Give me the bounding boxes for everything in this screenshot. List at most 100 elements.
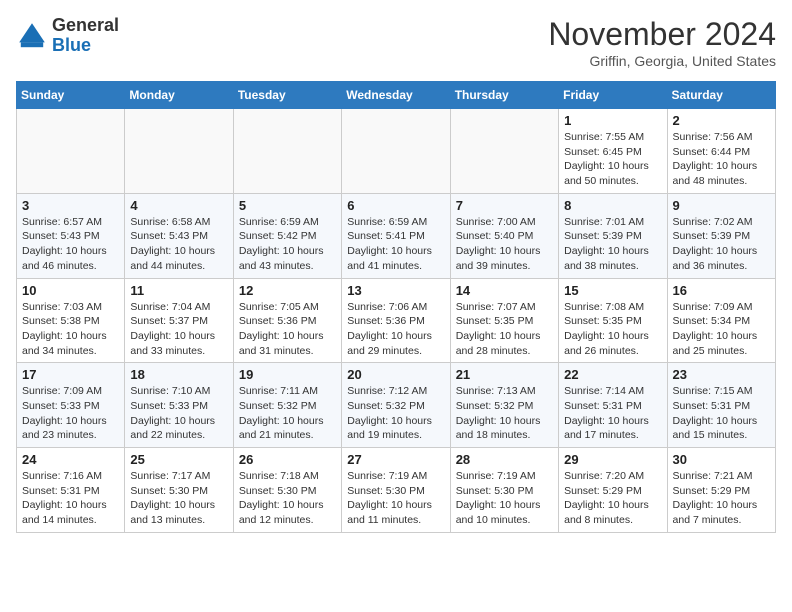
logo-general: General bbox=[52, 16, 119, 36]
day-number: 27 bbox=[347, 452, 444, 467]
day-info: Sunrise: 7:16 AM Sunset: 5:31 PM Dayligh… bbox=[22, 469, 119, 528]
day-info: Sunrise: 7:05 AM Sunset: 5:36 PM Dayligh… bbox=[239, 300, 336, 359]
day-number: 9 bbox=[673, 198, 770, 213]
calendar-day-cell: 13 Sunrise: 7:06 AM Sunset: 5:36 PM Dayli… bbox=[342, 278, 450, 363]
calendar-day-cell: 26 Sunrise: 7:18 AM Sunset: 5:30 PM Dayli… bbox=[233, 448, 341, 533]
day-number: 21 bbox=[456, 367, 553, 382]
calendar-day-cell: 2Sunrise: 7:56 AM Sunset: 6:44 PM Daylig… bbox=[667, 109, 775, 194]
calendar-week-row: 3 Sunrise: 6:57 AM Sunset: 5:43 PM Daylig… bbox=[17, 193, 776, 278]
calendar-day-cell: 6Sunrise: 6:59 AM Sunset: 5:41 PM Daylig… bbox=[342, 193, 450, 278]
calendar-day-cell: 15Sunrise: 7:08 AM Sunset: 5:35 PM Dayli… bbox=[559, 278, 667, 363]
calendar-day-cell: 17 Sunrise: 7:09 AM Sunset: 5:33 PM Dayli… bbox=[17, 363, 125, 448]
day-info: Sunrise: 7:55 AM Sunset: 6:45 PM Dayligh… bbox=[564, 130, 661, 189]
calendar-day-cell: 7Sunrise: 7:00 AM Sunset: 5:40 PM Daylig… bbox=[450, 193, 558, 278]
day-number: 13 bbox=[347, 283, 444, 298]
calendar-day-cell: 10 Sunrise: 7:03 AM Sunset: 5:38 PM Dayli… bbox=[17, 278, 125, 363]
day-info: Sunrise: 7:06 AM Sunset: 5:36 PM Dayligh… bbox=[347, 300, 444, 359]
location: Griffin, Georgia, United States bbox=[548, 53, 776, 69]
day-info: Sunrise: 7:04 AM Sunset: 5:37 PM Dayligh… bbox=[130, 300, 227, 359]
day-info: Sunrise: 7:00 AM Sunset: 5:40 PM Dayligh… bbox=[456, 215, 553, 274]
calendar-table: SundayMondayTuesdayWednesdayThursdayFrid… bbox=[16, 81, 776, 533]
calendar-day-cell: 22 Sunrise: 7:14 AM Sunset: 5:31 PM Dayli… bbox=[559, 363, 667, 448]
title-block: November 2024 Griffin, Georgia, United S… bbox=[548, 16, 776, 69]
calendar-day-cell: 19Sunrise: 7:11 AM Sunset: 5:32 PM Dayli… bbox=[233, 363, 341, 448]
day-number: 20 bbox=[347, 367, 444, 382]
day-number: 29 bbox=[564, 452, 661, 467]
day-info: Sunrise: 7:03 AM Sunset: 5:38 PM Dayligh… bbox=[22, 300, 119, 359]
calendar-day-cell: 23 Sunrise: 7:15 AM Sunset: 5:31 PM Dayli… bbox=[667, 363, 775, 448]
logo-blue: Blue bbox=[52, 36, 119, 56]
calendar-day-cell: 21Sunrise: 7:13 AM Sunset: 5:32 PM Dayli… bbox=[450, 363, 558, 448]
day-number: 19 bbox=[239, 367, 336, 382]
day-info: Sunrise: 6:58 AM Sunset: 5:43 PM Dayligh… bbox=[130, 215, 227, 274]
day-info: Sunrise: 7:21 AM Sunset: 5:29 PM Dayligh… bbox=[673, 469, 770, 528]
day-info: Sunrise: 7:15 AM Sunset: 5:31 PM Dayligh… bbox=[673, 384, 770, 443]
day-number: 14 bbox=[456, 283, 553, 298]
day-number: 16 bbox=[673, 283, 770, 298]
day-info: Sunrise: 7:09 AM Sunset: 5:34 PM Dayligh… bbox=[673, 300, 770, 359]
weekday-header-row: SundayMondayTuesdayWednesdayThursdayFrid… bbox=[17, 82, 776, 109]
day-info: Sunrise: 7:56 AM Sunset: 6:44 PM Dayligh… bbox=[673, 130, 770, 189]
weekday-header: Friday bbox=[559, 82, 667, 109]
day-info: Sunrise: 7:07 AM Sunset: 5:35 PM Dayligh… bbox=[456, 300, 553, 359]
day-number: 17 bbox=[22, 367, 119, 382]
calendar-day-cell: 25 Sunrise: 7:17 AM Sunset: 5:30 PM Dayli… bbox=[125, 448, 233, 533]
day-info: Sunrise: 7:01 AM Sunset: 5:39 PM Dayligh… bbox=[564, 215, 661, 274]
weekday-header: Sunday bbox=[17, 82, 125, 109]
day-number: 12 bbox=[239, 283, 336, 298]
weekday-header: Saturday bbox=[667, 82, 775, 109]
calendar-day-cell: 28Sunrise: 7:19 AM Sunset: 5:30 PM Dayli… bbox=[450, 448, 558, 533]
calendar-day-cell: 24 Sunrise: 7:16 AM Sunset: 5:31 PM Dayli… bbox=[17, 448, 125, 533]
day-info: Sunrise: 7:19 AM Sunset: 5:30 PM Dayligh… bbox=[347, 469, 444, 528]
day-info: Sunrise: 7:09 AM Sunset: 5:33 PM Dayligh… bbox=[22, 384, 119, 443]
day-number: 26 bbox=[239, 452, 336, 467]
day-info: Sunrise: 7:19 AM Sunset: 5:30 PM Dayligh… bbox=[456, 469, 553, 528]
calendar-day-cell bbox=[125, 109, 233, 194]
calendar-day-cell: 11Sunrise: 7:04 AM Sunset: 5:37 PM Dayli… bbox=[125, 278, 233, 363]
day-number: 24 bbox=[22, 452, 119, 467]
day-number: 4 bbox=[130, 198, 227, 213]
weekday-header: Wednesday bbox=[342, 82, 450, 109]
calendar-day-cell: 18Sunrise: 7:10 AM Sunset: 5:33 PM Dayli… bbox=[125, 363, 233, 448]
day-number: 25 bbox=[130, 452, 227, 467]
calendar-week-row: 1 Sunrise: 7:55 AM Sunset: 6:45 PM Daylig… bbox=[17, 109, 776, 194]
calendar-day-cell: 5Sunrise: 6:59 AM Sunset: 5:42 PM Daylig… bbox=[233, 193, 341, 278]
day-info: Sunrise: 7:02 AM Sunset: 5:39 PM Dayligh… bbox=[673, 215, 770, 274]
day-info: Sunrise: 7:18 AM Sunset: 5:30 PM Dayligh… bbox=[239, 469, 336, 528]
weekday-header: Thursday bbox=[450, 82, 558, 109]
day-number: 10 bbox=[22, 283, 119, 298]
calendar-week-row: 17 Sunrise: 7:09 AM Sunset: 5:33 PM Dayli… bbox=[17, 363, 776, 448]
calendar-day-cell: 4 Sunrise: 6:58 AM Sunset: 5:43 PM Daylig… bbox=[125, 193, 233, 278]
day-info: Sunrise: 6:57 AM Sunset: 5:43 PM Dayligh… bbox=[22, 215, 119, 274]
calendar-day-cell: 29 Sunrise: 7:20 AM Sunset: 5:29 PM Dayli… bbox=[559, 448, 667, 533]
month-title: November 2024 bbox=[548, 16, 776, 53]
day-number: 30 bbox=[673, 452, 770, 467]
day-info: Sunrise: 7:17 AM Sunset: 5:30 PM Dayligh… bbox=[130, 469, 227, 528]
logo-text: General Blue bbox=[52, 16, 119, 56]
day-number: 5 bbox=[239, 198, 336, 213]
calendar-day-cell: 3 Sunrise: 6:57 AM Sunset: 5:43 PM Daylig… bbox=[17, 193, 125, 278]
calendar-day-cell: 9 Sunrise: 7:02 AM Sunset: 5:39 PM Daylig… bbox=[667, 193, 775, 278]
weekday-header: Monday bbox=[125, 82, 233, 109]
day-info: Sunrise: 7:20 AM Sunset: 5:29 PM Dayligh… bbox=[564, 469, 661, 528]
calendar-week-row: 10 Sunrise: 7:03 AM Sunset: 5:38 PM Dayli… bbox=[17, 278, 776, 363]
calendar-day-cell: 1 Sunrise: 7:55 AM Sunset: 6:45 PM Daylig… bbox=[559, 109, 667, 194]
day-number: 18 bbox=[130, 367, 227, 382]
weekday-header: Tuesday bbox=[233, 82, 341, 109]
day-number: 3 bbox=[22, 198, 119, 213]
day-number: 23 bbox=[673, 367, 770, 382]
day-info: Sunrise: 7:12 AM Sunset: 5:32 PM Dayligh… bbox=[347, 384, 444, 443]
day-info: Sunrise: 7:08 AM Sunset: 5:35 PM Dayligh… bbox=[564, 300, 661, 359]
day-number: 22 bbox=[564, 367, 661, 382]
logo-icon bbox=[16, 20, 48, 52]
calendar-day-cell: 12 Sunrise: 7:05 AM Sunset: 5:36 PM Dayli… bbox=[233, 278, 341, 363]
calendar-day-cell: 8 Sunrise: 7:01 AM Sunset: 5:39 PM Daylig… bbox=[559, 193, 667, 278]
day-info: Sunrise: 7:14 AM Sunset: 5:31 PM Dayligh… bbox=[564, 384, 661, 443]
calendar-day-cell: 14 Sunrise: 7:07 AM Sunset: 5:35 PM Dayli… bbox=[450, 278, 558, 363]
calendar-day-cell bbox=[17, 109, 125, 194]
day-number: 8 bbox=[564, 198, 661, 213]
calendar-day-cell: 27 Sunrise: 7:19 AM Sunset: 5:30 PM Dayli… bbox=[342, 448, 450, 533]
day-number: 1 bbox=[564, 113, 661, 128]
logo: General Blue bbox=[16, 16, 119, 56]
calendar-day-cell: 30 Sunrise: 7:21 AM Sunset: 5:29 PM Dayli… bbox=[667, 448, 775, 533]
